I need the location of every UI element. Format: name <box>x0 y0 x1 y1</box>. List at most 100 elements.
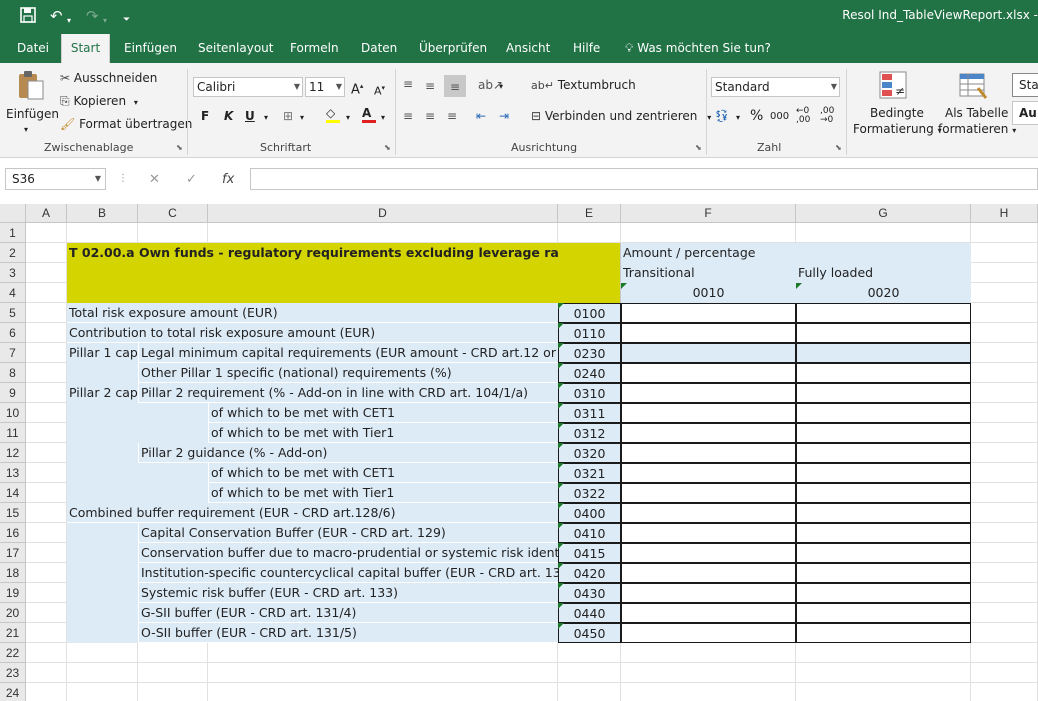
line-code-cell[interactable]: 0240 <box>558 363 621 383</box>
paste-button[interactable]: Einfügen <box>6 106 59 122</box>
column-header-c[interactable]: C <box>138 204 208 223</box>
undo-icon[interactable]: ↶ <box>50 7 63 25</box>
line-label-cell[interactable]: Institution-specific countercyclical cap… <box>138 563 558 583</box>
transitional-value-cell[interactable] <box>621 363 796 383</box>
paste-icon[interactable] <box>15 69 47 105</box>
indent-cell[interactable] <box>138 463 208 503</box>
line-label-cell[interactable]: Conservation buffer due to macro-prudent… <box>138 543 558 563</box>
tab-datei[interactable]: Datei <box>14 34 52 63</box>
line-code-cell[interactable]: 0110 <box>558 323 621 343</box>
line-code-cell[interactable]: 0400 <box>558 503 621 523</box>
fully-loaded-value-cell[interactable] <box>796 543 971 563</box>
row-header-4[interactable]: 4 <box>0 283 26 303</box>
fully-loaded-value-cell[interactable] <box>796 483 971 503</box>
column-header-f[interactable]: F <box>621 204 796 223</box>
conditional-formatting-line1[interactable]: Bedingte <box>870 105 924 121</box>
format-as-table-button[interactable]: formatieren ▾ <box>938 121 1016 139</box>
transitional-value-cell[interactable] <box>621 583 796 603</box>
align-middle-icon[interactable]: ≡ <box>425 78 435 94</box>
transitional-value-cell[interactable] <box>621 403 796 423</box>
fill-color-icon[interactable]: ◇ <box>326 106 340 123</box>
line-code-cell[interactable]: 0310 <box>558 383 621 403</box>
row-header-19[interactable]: 19 <box>0 583 26 603</box>
number-launcher-icon[interactable]: ⬊ <box>835 143 842 152</box>
code-0010-cell[interactable]: 0010 <box>621 283 796 303</box>
wrap-text-button[interactable]: ab↵ Textumbruch <box>531 77 636 94</box>
header-code-spacer[interactable] <box>558 243 621 303</box>
fill-color-dropdown-icon[interactable]: ▾ <box>346 110 350 126</box>
spreadsheet-grid[interactable]: ABCDEFGH 1 2 3 4 5 6 7 8 9 10 11 12 13 14 15 16 17 18 19 20… <box>0 204 1038 701</box>
transitional-value-cell[interactable] <box>621 323 796 343</box>
transitional-value-cell[interactable] <box>621 563 796 583</box>
transitional-value-cell[interactable] <box>621 483 796 503</box>
transitional-value-cell[interactable] <box>621 383 796 403</box>
line-code-cell[interactable]: 0322 <box>558 483 621 503</box>
save-icon[interactable] <box>20 7 36 27</box>
shrink-font-icon[interactable]: A▾ <box>374 80 385 100</box>
transitional-value-cell[interactable] <box>621 543 796 563</box>
row-header-14[interactable]: 14 <box>0 483 26 503</box>
amount-header-cell[interactable]: Amount / percentage <box>621 243 971 263</box>
insert-function-icon[interactable]: fx <box>222 172 234 187</box>
buffer-group-cell[interactable] <box>67 523 138 643</box>
row-header-9[interactable]: 9 <box>0 383 26 403</box>
tab-hilfe[interactable]: Hilfe <box>570 34 603 63</box>
line-label-cell[interactable]: of which to be met with CET1 <box>208 463 558 483</box>
thousands-button[interactable]: 000 <box>770 109 789 125</box>
increase-decimal-icon[interactable]: ←0,00 <box>796 107 810 125</box>
row-header-23[interactable]: 23 <box>0 663 26 683</box>
line-label-cell[interactable]: Contribution to total risk exposure amou… <box>67 323 558 343</box>
column-header-d[interactable]: D <box>208 204 558 223</box>
line-code-cell[interactable]: 0311 <box>558 403 621 423</box>
paste-dropdown-icon[interactable]: ▾ <box>24 122 28 138</box>
font-color-dropdown-icon[interactable]: ▾ <box>381 110 385 126</box>
row-header-8[interactable]: 8 <box>0 363 26 383</box>
font-name-combo[interactable]: Calibri ▼ <box>193 77 303 97</box>
column-header-a[interactable]: A <box>26 204 67 223</box>
line-code-cell[interactable]: 0415 <box>558 543 621 563</box>
fully-loaded-value-cell[interactable] <box>796 343 971 363</box>
row-header-2[interactable]: 2 <box>0 243 26 263</box>
enter-icon[interactable]: ✓ <box>186 172 197 187</box>
line-label-cell[interactable]: of which to be met with CET1 <box>208 403 558 423</box>
pillar1-label-cell[interactable]: Pillar 1 cap <box>67 343 138 383</box>
fully-loaded-value-cell[interactable] <box>796 503 971 523</box>
row-header-11[interactable]: 11 <box>0 423 26 443</box>
tab-seitenlayout[interactable]: Seitenlayout <box>195 34 276 63</box>
tab-ansicht[interactable]: Ansicht <box>503 34 553 63</box>
row-header-12[interactable]: 12 <box>0 443 26 463</box>
tab-formeln[interactable]: Formeln <box>287 34 342 63</box>
name-box[interactable]: S36 ▼ <box>5 168 106 190</box>
line-label-cell[interactable]: Other Pillar 1 specific (national) requi… <box>138 363 558 383</box>
percent-button[interactable]: % <box>750 108 763 124</box>
undo-dropdown-icon[interactable]: ▾ <box>67 12 71 30</box>
column-header-e[interactable]: E <box>558 204 621 223</box>
line-code-cell[interactable]: 0321 <box>558 463 621 483</box>
row-header-1[interactable]: 1 <box>0 223 26 243</box>
bold-button[interactable]: F <box>201 108 209 124</box>
line-label-cell[interactable]: Legal minimum capital requirements (EUR … <box>138 343 558 363</box>
borders-icon[interactable]: ⊞ <box>283 108 293 124</box>
redo-icon[interactable]: ↷ <box>86 7 99 25</box>
row-header-5[interactable]: 5 <box>0 303 26 323</box>
fully-loaded-value-cell[interactable] <box>796 383 971 403</box>
format-as-table-line1[interactable]: Als Tabelle <box>945 105 1008 121</box>
transitional-value-cell[interactable] <box>621 603 796 623</box>
line-label-cell[interactable]: Pillar 2 requirement (% - Add-on in line… <box>138 383 558 403</box>
format-painter-button[interactable]: 🖌︎ Format übertragen <box>60 116 192 132</box>
fully-loaded-value-cell[interactable] <box>796 623 971 643</box>
font-launcher-icon[interactable]: ⬊ <box>384 143 391 152</box>
clipboard-launcher-icon[interactable]: ⬊ <box>176 143 183 152</box>
row-header-22[interactable]: 22 <box>0 643 26 663</box>
row-header-21[interactable]: 21 <box>0 623 26 643</box>
line-label-cell[interactable]: Total risk exposure amount (EUR) <box>67 303 558 323</box>
underline-dropdown-icon[interactable]: ▾ <box>264 110 268 126</box>
row-header-3[interactable]: 3 <box>0 263 26 283</box>
grow-font-icon[interactable]: A▴ <box>351 78 363 98</box>
row-header-6[interactable]: 6 <box>0 323 26 343</box>
redo-dropdown-icon[interactable]: ▾ <box>103 12 107 30</box>
cut-button[interactable]: ✂ Ausschneiden <box>60 70 157 86</box>
row-header-17[interactable]: 17 <box>0 543 26 563</box>
line-code-cell[interactable]: 0440 <box>558 603 621 623</box>
line-code-cell[interactable]: 0312 <box>558 423 621 443</box>
